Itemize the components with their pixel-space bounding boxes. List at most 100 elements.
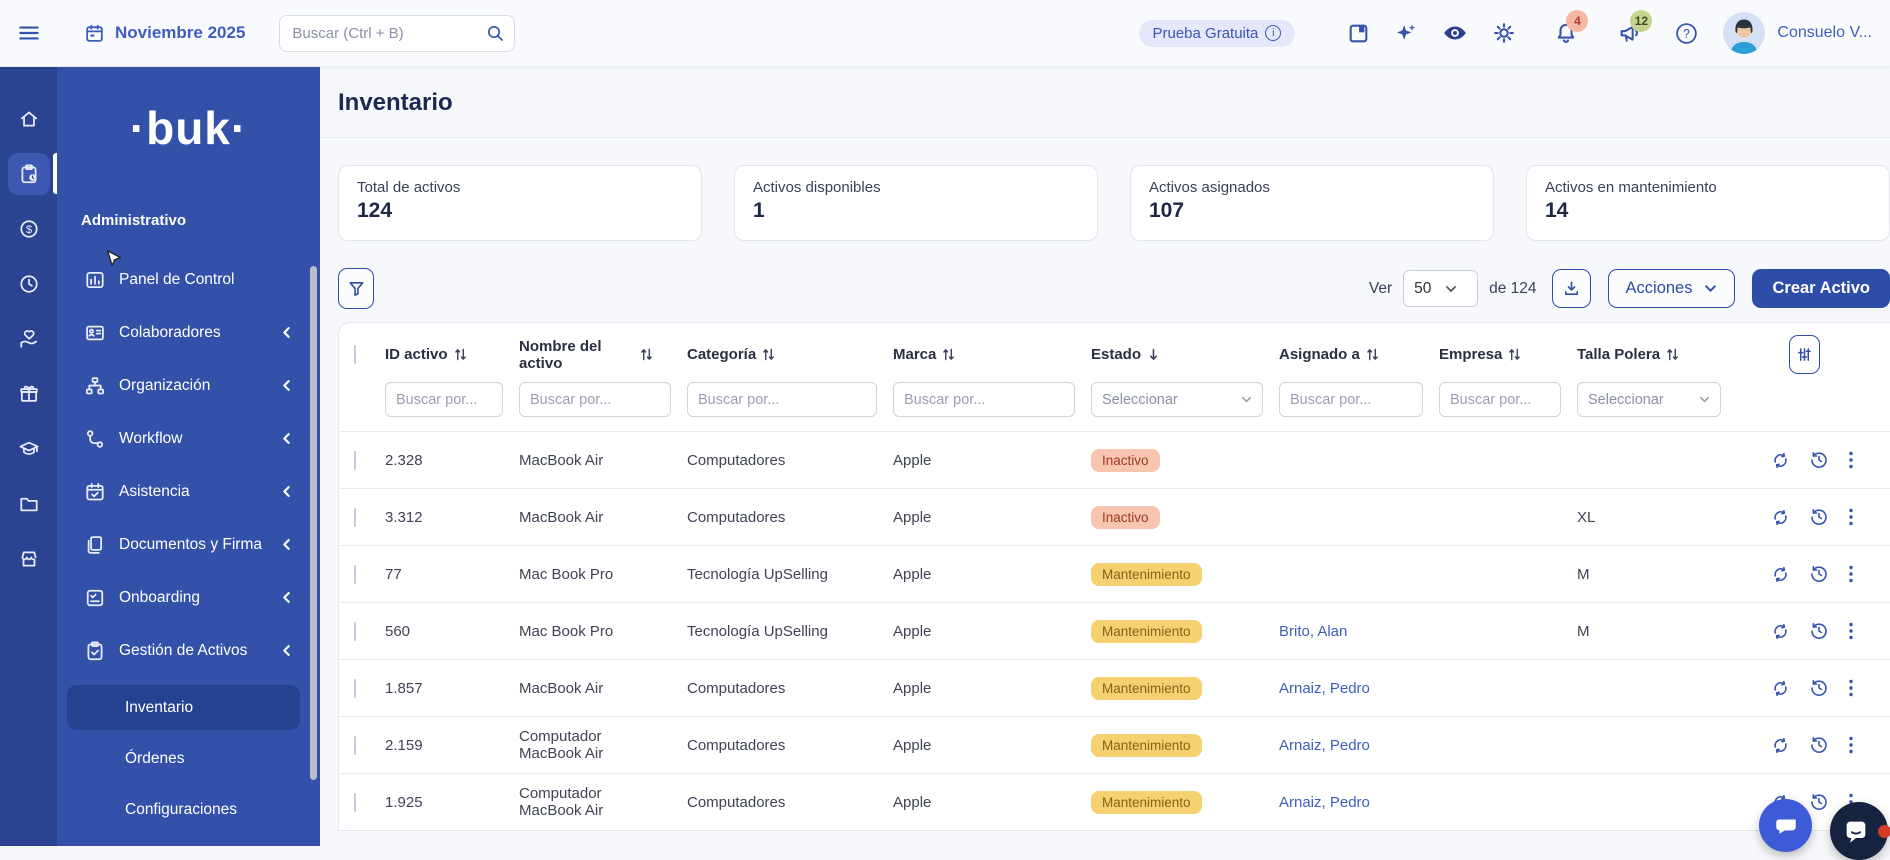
table-row: 3.312 MacBook Air Computadores Apple Ina… [339,488,1890,545]
history-icon[interactable] [1809,792,1829,812]
kebab-menu-icon[interactable] [1848,735,1854,755]
sort-toggle-icon[interactable] [454,347,467,362]
assignee-link[interactable]: Arnaiz, Pedro [1279,680,1370,697]
sidebar-item-documentos-y-firma[interactable]: Documentos y Firma [57,518,320,571]
sort-toggle-icon[interactable] [1508,347,1521,362]
sort-toggle-icon[interactable] [640,347,653,362]
row-checkbox[interactable] [354,793,356,812]
sidebar-subitem-inventario[interactable]: Inventario [67,685,300,730]
rail-item-clock[interactable] [0,256,57,311]
row-checkbox[interactable] [354,565,356,584]
sync-asset-icon[interactable] [1771,451,1790,470]
settings-gear-icon[interactable] [1492,21,1516,45]
clipboard-check-icon [84,640,104,662]
sort-toggle-icon[interactable] [942,347,955,362]
rail-item-graduation-cap[interactable] [0,421,57,476]
assignee-link[interactable]: Arnaiz, Pedro [1279,794,1370,811]
rail-item-folder[interactable] [0,476,57,531]
sidebar-item-asistencia[interactable]: Asistencia [57,465,320,518]
rail-item-store[interactable] [0,531,57,586]
sort-toggle-icon[interactable] [1666,347,1679,362]
hamburger-menu-icon[interactable] [16,20,42,46]
period-selector[interactable]: Noviembre 2025 [84,23,245,44]
history-icon[interactable] [1809,450,1829,470]
filter-input-marca[interactable] [893,382,1075,417]
kebab-menu-icon[interactable] [1848,450,1854,470]
crear-activo-button[interactable]: Crear Activo [1752,269,1890,308]
row-checkbox[interactable] [354,508,356,527]
sort-toggle-icon[interactable] [762,347,775,362]
ai-sparkles-icon[interactable] [1394,21,1418,45]
download-button[interactable] [1552,269,1591,308]
chevron-left-icon [280,644,300,657]
row-checkbox[interactable] [354,451,356,470]
global-search-input[interactable] [279,15,515,52]
cell-talla-polera: M [1577,566,1737,583]
stat-card-activos-disponibles: Activos disponibles 1 [734,165,1098,241]
sidebar-section-title: Administrativo [81,212,320,229]
history-icon[interactable] [1809,564,1829,584]
sidebar-item-organizacion[interactable]: Organización [57,359,320,412]
rail-item-clipboard-clock[interactable] [0,146,57,201]
sidebar-item-onboarding[interactable]: Onboarding [57,571,320,624]
history-icon[interactable] [1809,735,1829,755]
sidebar-subitem-ordenes[interactable]: Órdenes [67,736,300,781]
acciones-button[interactable]: Acciones [1608,269,1736,308]
filter-input-id-activo[interactable] [385,382,503,417]
kebab-menu-icon[interactable] [1848,564,1854,584]
stat-card-total-de-activos: Total de activos 124 [338,165,702,241]
rail-item-hand-heart[interactable] [0,311,57,366]
stat-card-activos-asignados: Activos asignados 107 [1130,165,1494,241]
sync-asset-icon[interactable] [1771,508,1790,527]
chat-launcher-button[interactable] [1759,799,1812,852]
history-icon[interactable] [1809,507,1829,527]
trial-badge[interactable]: Prueba Gratuita i [1139,20,1296,47]
notifications-bell-icon[interactable]: 4 [1554,21,1578,45]
row-checkbox[interactable] [354,679,356,698]
visibility-eye-icon[interactable] [1442,20,1468,46]
filter-input-categoria[interactable] [687,382,877,417]
sidebar-item-panel-de-control[interactable]: Panel de Control [57,253,320,306]
sidebar-item-label: Onboarding [119,589,265,607]
help-icon[interactable]: ? [1674,21,1699,46]
sort-toggle-icon[interactable] [1366,347,1379,362]
support-chat-button[interactable] [1830,802,1888,860]
search-icon[interactable] [485,23,505,43]
sidebar-subitem-configuraciones[interactable]: Configuraciones [67,787,300,832]
select-all-checkbox[interactable] [354,345,356,364]
filter-input-nombre-del-activo[interactable] [519,382,671,417]
sidebar-item-workflow[interactable]: Workflow [57,412,320,465]
row-checkbox[interactable] [354,736,356,755]
filter-input-asignado-a[interactable] [1279,382,1423,417]
announcements-megaphone-icon[interactable]: 12 [1618,21,1642,45]
history-icon[interactable] [1809,621,1829,641]
sidebar-item-colaboradores[interactable]: Colaboradores [57,306,320,359]
bookmark-save-icon[interactable] [1347,22,1370,45]
sync-asset-icon[interactable] [1771,622,1790,641]
sidebar-item-gestion-de-activos[interactable]: Gestión de Activos [57,624,320,677]
column-settings-button[interactable] [1789,335,1820,374]
user-menu[interactable]: Consuelo V... [1723,12,1872,54]
rail-item-home[interactable] [0,91,57,146]
assignee-link[interactable]: Arnaiz, Pedro [1279,737,1370,754]
sync-asset-icon[interactable] [1771,736,1790,755]
sidebar-scrollbar[interactable] [310,266,317,780]
kebab-menu-icon[interactable] [1848,678,1854,698]
page-size-select[interactable]: 50 [1403,270,1478,307]
filter-button[interactable] [338,268,374,309]
select-placeholder: Seleccionar [1102,392,1178,408]
filter-select-estado[interactable]: Seleccionar [1091,382,1263,417]
filter-select-talla-polera[interactable]: Seleccionar [1577,382,1721,417]
column-header-nombre-del-activo: Nombre del activo [519,338,634,372]
row-checkbox[interactable] [354,622,356,641]
history-icon[interactable] [1809,678,1829,698]
sync-asset-icon[interactable] [1771,679,1790,698]
sort-desc-icon[interactable] [1147,347,1160,362]
rail-item-gift[interactable] [0,366,57,421]
sync-asset-icon[interactable] [1771,565,1790,584]
kebab-menu-icon[interactable] [1848,507,1854,527]
filter-input-empresa[interactable] [1439,382,1561,417]
rail-item-coin[interactable]: $ [0,201,57,256]
kebab-menu-icon[interactable] [1848,621,1854,641]
assignee-link[interactable]: Brito, Alan [1279,623,1347,640]
